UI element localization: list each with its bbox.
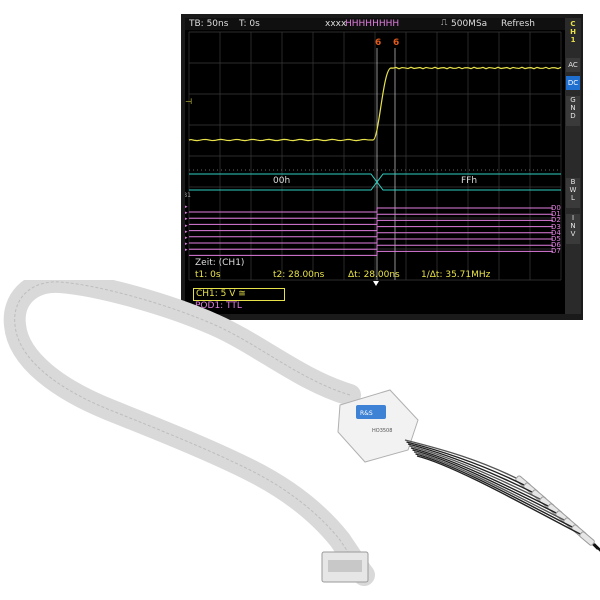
- ribbon-cable: [3, 280, 375, 586]
- digital-position-marker: ▸: [185, 222, 188, 229]
- sample-rate-readout[interactable]: 500MSa: [451, 19, 487, 30]
- cursor-1-marker[interactable]: 6: [375, 38, 381, 49]
- channel-softkey-menu: C H 1 AC DC G N D B W L I N V: [565, 18, 581, 314]
- bus-trace-top: [189, 173, 561, 183]
- probe-logo: R&S: [360, 410, 373, 417]
- acquire-icon: ⎍: [441, 18, 448, 28]
- digital-position-marker: ▸: [185, 235, 188, 241]
- trigger-pattern-h: HHHHHHHH: [345, 19, 400, 29]
- bus-trace-bottom: [189, 181, 561, 191]
- digital-trace-d2: [189, 219, 553, 225]
- logic-probe-hardware: R&S HO3508: [3, 280, 600, 586]
- trigger-pattern-x: xxxx: [325, 19, 347, 29]
- ribbon-connector: [321, 551, 369, 583]
- oscilloscope-display: ⊣ TB: 50ns T: 0s xxxx HHHHHHHH ⎍ 500MSa …: [181, 14, 583, 320]
- status-bar: TB: 50ns T: 0s xxxx HHHHHHHH ⎍ 500MSa Re…: [185, 18, 565, 30]
- digital-position-marker: ▸: [185, 241, 188, 248]
- digital-trace-d1: [189, 213, 553, 219]
- probe-caption: HO3508: [372, 428, 392, 434]
- digital-position-marker: ▸: [185, 210, 188, 217]
- digital-position-marker: ▸: [185, 216, 188, 223]
- digital-trace-d0: [189, 207, 553, 213]
- digital-label-d7: D7: [551, 247, 561, 256]
- title-line-1: C: [570, 20, 576, 28]
- ch1-analog-trace: [188, 66, 562, 142]
- probe-lead-tip: [593, 543, 600, 552]
- digital-trace-d7: [189, 250, 553, 256]
- bwl-button[interactable]: B W L: [566, 178, 580, 208]
- gnd-button[interactable]: G N D: [566, 96, 580, 126]
- digital-trace-d4: [189, 232, 553, 238]
- channel-menu-title: C H 1: [566, 20, 580, 44]
- probe-lead-clip: [579, 531, 595, 546]
- inv-button[interactable]: I N V: [566, 214, 580, 244]
- probe-lead-wire: [415, 453, 577, 530]
- scope-screen: ⊣ TB: 50ns T: 0s xxxx HHHHHHHH ⎍ 500MSa …: [185, 18, 565, 314]
- bus-value-right: FFh: [461, 176, 478, 186]
- dc-coupling-button[interactable]: DC: [566, 76, 580, 90]
- digital-trace-d5: [189, 238, 553, 244]
- ch1-ground-marker: ⊣: [185, 97, 192, 106]
- measurement-title: Zeit: (CH1): [195, 258, 245, 268]
- digital-trace-d6: [189, 244, 553, 250]
- cursor-2-marker[interactable]: 6: [393, 38, 399, 49]
- trigger-time-readout[interactable]: T: 0s: [239, 19, 260, 30]
- title-line-3: 1: [570, 36, 576, 44]
- digital-position-marker: ▸: [185, 247, 188, 254]
- digital-position-marker: ▸: [185, 204, 188, 210]
- bus-value-left: 00h: [273, 176, 291, 186]
- digital-trace-d3: [189, 226, 553, 232]
- probe-lead-wire: [416, 455, 585, 537]
- title-line-2: H: [570, 28, 576, 36]
- timebase-readout[interactable]: TB: 50ns: [189, 19, 228, 30]
- ac-coupling-button[interactable]: AC: [566, 58, 580, 72]
- acquisition-mode[interactable]: Refresh: [501, 19, 535, 30]
- bus-marker-label: B1: [185, 192, 191, 199]
- digital-position-marker: ▸: [185, 228, 188, 235]
- probe-leads: [404, 439, 600, 552]
